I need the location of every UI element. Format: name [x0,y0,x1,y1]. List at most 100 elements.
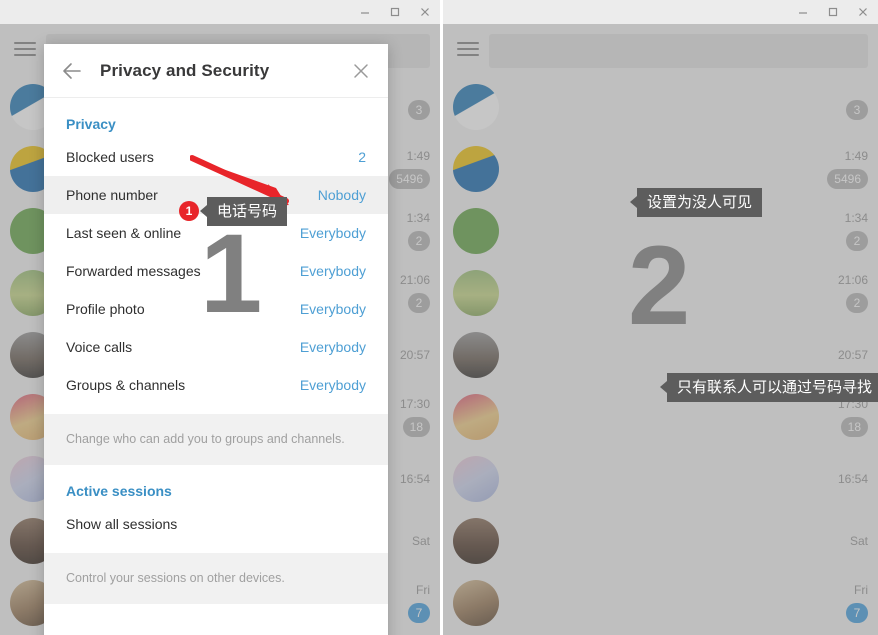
row-label: Voice calls [66,339,133,355]
row-blocked-users[interactable]: Blocked users 2 [44,138,388,176]
chat-meta: 3 [408,94,430,120]
unread-badge: 3 [846,100,868,120]
row-value: Everybody [299,225,366,241]
row-value: 2 [358,149,366,165]
step-number-2-overlay: 2 [628,223,691,348]
avatar [453,456,499,502]
tooltip-contacts-only-find: 只有联系人可以通过号码寻找 [659,373,878,402]
chat-meta: 20:57 [400,348,430,362]
unread-badge: 2 [846,231,868,251]
chat-time: 1:49 [844,149,868,163]
minimize-icon[interactable] [788,0,818,24]
avatar [453,208,499,254]
privacy-footnote: Change who can add you to groups and cha… [44,414,388,465]
chat-meta: 17:30 18 [838,397,868,437]
chat-meta: Sat [412,534,430,548]
chat-meta: 21:06 2 [400,273,430,313]
list-item[interactable]: Sat [443,510,878,572]
row-value: Everybody [299,263,366,279]
chat-time: 1:34 [844,211,868,225]
minimize-icon[interactable] [350,0,380,24]
page-title: Privacy and Security [100,60,270,80]
avatar [453,580,499,626]
row-show-all-sessions[interactable]: Show all sessions [44,505,388,543]
close-icon[interactable] [410,0,440,24]
chat-meta: 16:54 [838,472,868,486]
sessions-section: Active sessions Show all sessions [44,464,388,553]
row-label: Last seen & online [66,225,182,241]
row-label: Profile photo [66,301,145,317]
unread-badge: 2 [408,293,430,313]
step-marker-phone-number: 1 [179,201,199,221]
avatar [453,394,499,440]
unread-badge: 3 [408,100,430,120]
chat-meta: 20:57 [838,348,868,362]
unread-badge: 2 [408,231,430,251]
avatar [453,270,499,316]
unread-badge: 7 [408,603,430,623]
tooltip-set-nobody: 设置为没人可见 [629,188,763,217]
row-value: Nobody [317,187,366,203]
chat-meta: 3 [846,94,868,120]
row-label: Groups & channels [66,377,186,393]
row-label: Phone number [66,187,158,203]
list-item[interactable]: 3 [443,76,878,138]
chat-meta: Sat [850,534,868,548]
chat-time: 16:54 [399,472,430,486]
chat-meta: 17:30 18 [400,397,430,437]
chat-meta: 1:34 2 [407,211,430,251]
chat-time: 16:54 [837,472,868,486]
chat-time: 17:30 [399,397,430,411]
chat-meta: 1:34 2 [845,211,868,251]
unread-badge: 18 [840,417,868,437]
chat-time: 21:06 [399,273,430,287]
maximize-icon[interactable] [818,0,848,24]
chat-time: Sat [849,534,868,548]
section-title-privacy: Privacy [66,116,116,132]
menu-icon[interactable] [457,42,479,58]
chat-time: 20:57 [837,348,868,362]
row-groups-and-channels[interactable]: Groups & channels Everybody [44,366,388,404]
chat-meta: 1:49 5496 [827,149,868,189]
row-label: Blocked users [66,149,154,165]
row-label: Show all sessions [66,515,178,532]
step-number-1-overlay: 1 [200,211,263,336]
chat-meta: 21:06 2 [838,273,868,313]
chat-meta: Fri 7 [846,583,868,623]
avatar [453,84,499,130]
chat-time: Sat [411,534,430,548]
section-title-active-sessions: Active sessions [66,482,172,499]
tooltip-phone-number: 电话号码 [199,197,288,226]
chat-time: 1:49 [406,149,430,163]
chat-time: Fri [416,583,430,597]
back-arrow-icon[interactable] [60,59,84,83]
menu-icon[interactable] [14,42,36,58]
search-input[interactable] [489,34,868,68]
close-icon[interactable] [350,60,372,82]
row-label: Forwarded messages [66,263,201,279]
close-icon[interactable] [848,0,878,24]
avatar [453,146,499,192]
unread-badge: 5496 [827,169,868,189]
chat-time: 21:06 [837,273,868,287]
chat-meta: 16:54 [400,472,430,486]
titlebar-right [443,0,878,24]
list-item[interactable]: Fri 7 [443,572,878,634]
unread-badge: 2 [846,293,868,313]
unread-badge: 7 [846,603,868,623]
row-value: Everybody [299,301,366,317]
maximize-icon[interactable] [380,0,410,24]
chat-time: 1:34 [406,211,430,225]
avatar [453,332,499,378]
unread-badge: 18 [402,417,430,437]
screenshot-root: e... 3 1:49 5496 1:34 2 [0,0,878,635]
dialog-header: Privacy and Security [44,44,388,98]
chat-time: 20:57 [399,348,430,362]
row-value: Everybody [299,339,366,355]
sessions-footnote: Control your sessions on other devices. [44,552,388,604]
chat-time: Fri [854,583,868,597]
list-item[interactable]: 16:54 [443,448,878,510]
unread-badge: 5496 [389,169,430,189]
avatar [453,518,499,564]
chat-meta: Fri 7 [408,583,430,623]
